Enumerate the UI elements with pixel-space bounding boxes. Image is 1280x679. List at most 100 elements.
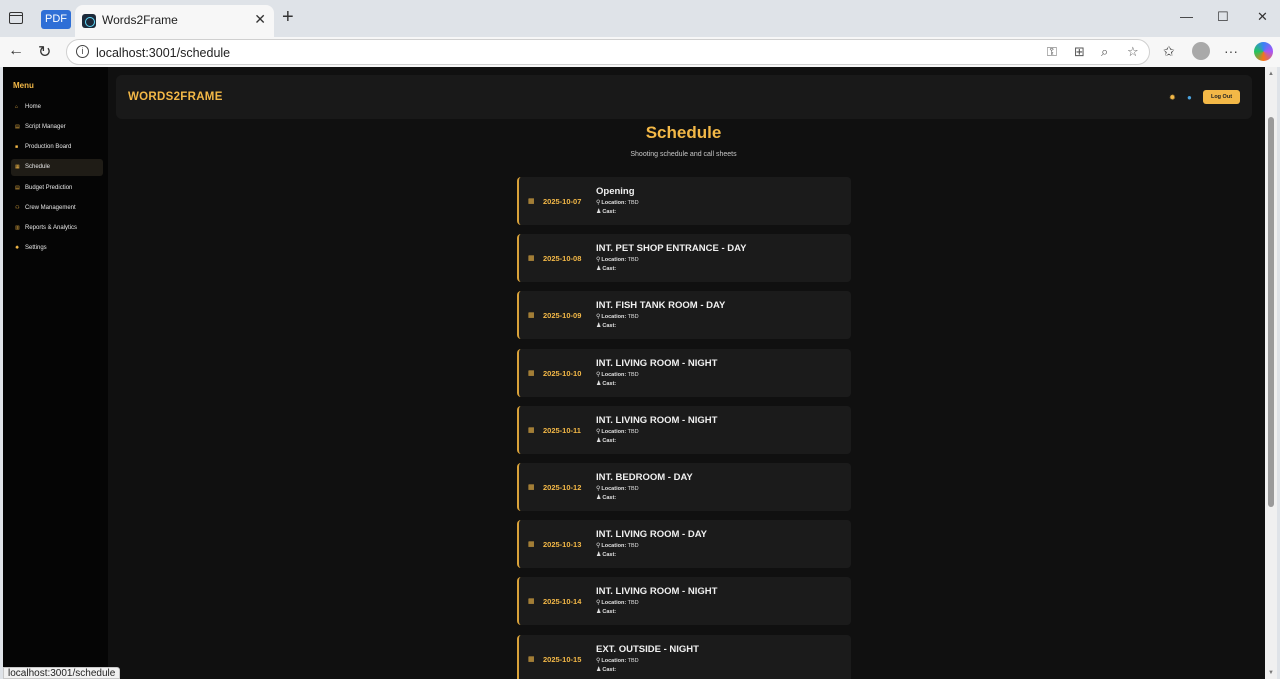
- location-value: TBD: [627, 600, 639, 607]
- more-menu-icon[interactable]: ···: [1224, 43, 1238, 59]
- cast-label: Cast:: [602, 323, 617, 330]
- status-bar-url: localhost:3001/schedule: [3, 667, 121, 679]
- schedule-date: 2025-10-11: [543, 425, 581, 435]
- cast-label: Cast:: [602, 552, 617, 559]
- gear-icon: ✹: [15, 245, 20, 251]
- tab-title: Words2Frame: [102, 13, 178, 27]
- person-icon: ♟: [596, 380, 602, 387]
- minimize-icon[interactable]: —: [1180, 9, 1193, 24]
- schedule-date: 2025-10-08: [543, 254, 582, 264]
- location-value: TBD: [627, 200, 639, 206]
- cast-label: Cast:: [602, 209, 617, 215]
- logout-button[interactable]: Log Out: [1203, 90, 1240, 104]
- budget-icon: ▤: [15, 185, 20, 191]
- globe-icon[interactable]: ●: [1187, 93, 1192, 102]
- calendar-icon: ▦: [528, 255, 535, 263]
- cast-label: Cast:: [602, 495, 617, 501]
- schedule-date: 2025-10-13: [543, 540, 582, 550]
- window-close-icon[interactable]: ✕: [1257, 9, 1268, 25]
- sidebar-item-crew-management[interactable]: ⚇ Crew Management: [11, 200, 103, 217]
- copilot-icon[interactable]: [1254, 42, 1273, 61]
- schedule-card[interactable]: ▦ 2025-10-08 INT. PET SHOP ENTRANCE - DAY ⚲…: [517, 234, 851, 283]
- sidebar-item-schedule[interactable]: ▦ Schedule: [11, 159, 103, 176]
- scroll-up-icon[interactable]: ▲: [1268, 71, 1274, 77]
- schedule-card[interactable]: ▦ 2025-10-09 INT. FISH TANK ROOM - DAY ⚲Loc…: [517, 291, 851, 340]
- calendar-icon: ▦: [528, 369, 535, 377]
- app-viewport: Menu ⌂ Home ▤ Script Manager ■ Production Boa…: [3, 67, 1277, 679]
- scene-title: EXT. OUTSIDE - NIGHT: [596, 643, 699, 655]
- zoom-icon[interactable]: ⌕: [1101, 44, 1108, 60]
- cast-label: Cast:: [602, 380, 617, 387]
- scene-title: Opening: [596, 186, 635, 197]
- scene-title: INT. LIVING ROOM - NIGHT: [596, 414, 718, 426]
- cast-row: ♟Cast:: [596, 608, 616, 615]
- site-info-icon[interactable]: i: [76, 45, 89, 58]
- cast-label: Cast:: [602, 609, 617, 616]
- chart-icon: ▥: [15, 225, 20, 231]
- favorite-star-icon[interactable]: ☆: [1127, 44, 1139, 60]
- app-header: WORDS2FRAME ✹ ● Log Out: [116, 75, 1252, 119]
- location-pin-icon: ⚲: [596, 428, 601, 435]
- scroll-down-icon[interactable]: ▼: [1268, 670, 1274, 676]
- camera-icon: ■: [15, 144, 19, 150]
- cast-label: Cast:: [602, 437, 617, 444]
- location-row: ⚲Location: TBD: [596, 599, 639, 606]
- new-tab-icon[interactable]: +: [282, 6, 294, 29]
- schedule-date: 2025-10-12: [543, 483, 582, 492]
- cast-row: ♟Cast:: [596, 265, 616, 272]
- location-row: ⚲Location: TBD: [596, 485, 639, 492]
- location-row: ⚲Location: TBD: [596, 199, 639, 206]
- back-icon[interactable]: ←: [8, 42, 24, 60]
- brand-logo[interactable]: WORDS2FRAME: [128, 91, 223, 103]
- sidebar-item-settings[interactable]: ✹ Settings: [11, 240, 103, 257]
- page-subtitle: Shooting schedule and call sheets: [630, 151, 737, 158]
- location-row: ⚲Location: TBD: [596, 428, 639, 435]
- close-tab-icon[interactable]: ✕: [254, 11, 266, 28]
- theme-sun-icon[interactable]: ✹: [1169, 93, 1176, 102]
- schedule-card[interactable]: ▦ 2025-10-12 INT. BEDROOM - DAY ⚲Location: …: [517, 463, 851, 511]
- schedule-date: 2025-10-09: [543, 311, 582, 321]
- address-url[interactable]: localhost:3001/schedule: [96, 46, 230, 60]
- location-value: TBD: [627, 428, 639, 435]
- schedule-date: 2025-10-15: [543, 654, 582, 664]
- refresh-icon[interactable]: ↻: [38, 42, 51, 62]
- profile-avatar-icon[interactable]: [1192, 42, 1210, 60]
- home-icon: ⌂: [15, 104, 19, 110]
- location-pin-icon: ⚲: [596, 657, 601, 664]
- location-pin-icon: ⚲: [596, 200, 601, 206]
- sidebar-item-home[interactable]: ⌂ Home: [11, 99, 103, 116]
- tab-actions-icon[interactable]: [9, 12, 23, 24]
- active-tab[interactable]: Words2Frame ✕: [75, 5, 274, 37]
- app-available-icon[interactable]: ⊞: [1074, 44, 1085, 60]
- schedule-card[interactable]: ▦ 2025-10-07 Opening ⚲Location: TBD ♟Cast:: [517, 177, 851, 225]
- cast-row: ♟Cast:: [596, 322, 616, 329]
- sidebar-item-label: Home: [25, 104, 42, 110]
- page-scrollbar[interactable]: ▲ ▼: [1265, 67, 1277, 679]
- location-pin-icon: ⚲: [596, 486, 601, 492]
- calendar-icon: ▦: [528, 541, 535, 549]
- react-favicon-icon: [82, 14, 96, 28]
- calendar-icon: ▦: [528, 655, 535, 663]
- location-label: Location:: [601, 600, 627, 607]
- users-icon: ⚇: [15, 205, 20, 211]
- sidebar-item-budget-prediction[interactable]: ▤ Budget Prediction: [11, 180, 103, 197]
- schedule-card[interactable]: ▦ 2025-10-14 INT. LIVING ROOM - NIGHT ⚲Loca…: [517, 577, 851, 626]
- pdf-tab[interactable]: PDF: [41, 10, 71, 29]
- address-bar[interactable]: i localhost:3001/schedule ⚿ ⊞ ⌕ ☆: [66, 39, 1150, 65]
- person-icon: ♟: [596, 552, 602, 559]
- favorites-icon[interactable]: ✩: [1163, 43, 1175, 60]
- location-label: Location:: [601, 657, 627, 664]
- location-value: TBD: [627, 543, 639, 550]
- cast-row: ♟Cast:: [596, 666, 616, 673]
- sidebar-item-reports-analytics[interactable]: ▥ Reports & Analytics: [11, 220, 103, 237]
- schedule-card[interactable]: ▦ 2025-10-10 INT. LIVING ROOM - NIGHT ⚲Loca…: [517, 348, 851, 397]
- schedule-card[interactable]: ▦ 2025-10-13 INT. LIVING ROOM - DAY ⚲Locati…: [517, 520, 851, 569]
- key-icon[interactable]: ⚿: [1047, 44, 1057, 60]
- schedule-date: 2025-10-14: [543, 597, 582, 607]
- schedule-card[interactable]: ▦ 2025-10-15 EXT. OUTSIDE - NIGHT ⚲Location…: [517, 634, 851, 679]
- schedule-card[interactable]: ▦ 2025-10-11 INT. LIVING ROOM - NIGHT ⚲Loca…: [517, 405, 851, 454]
- scrollbar-thumb[interactable]: [1268, 117, 1274, 507]
- maximize-icon[interactable]: ☐: [1217, 9, 1229, 25]
- person-icon: ♟: [596, 323, 602, 330]
- scene-title: INT. LIVING ROOM - NIGHT: [596, 586, 718, 598]
